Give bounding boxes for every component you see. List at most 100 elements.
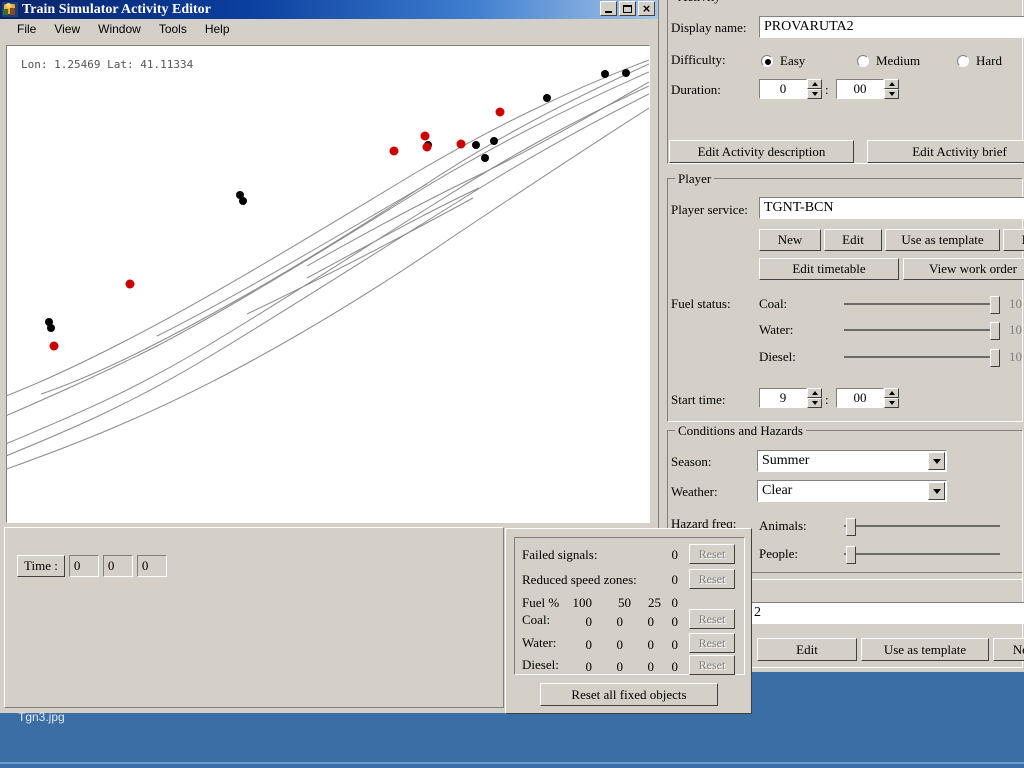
reduced-speed-zones-reset-button[interactable]: Reset (689, 569, 735, 589)
stepper-up-icon[interactable] (884, 388, 899, 398)
player-group-title: Player (675, 171, 714, 187)
fuel-water-slider[interactable] (844, 320, 1000, 340)
duration-hours-value[interactable]: 0 (759, 79, 807, 99)
season-select[interactable]: Summer (757, 450, 947, 472)
slider-thumb[interactable] (846, 546, 856, 564)
stepper-down-icon[interactable] (807, 89, 822, 99)
hazard-animals-slider[interactable] (844, 516, 1000, 536)
track-map-view[interactable]: Lon: 1.25469 Lat: 41.11334 (6, 45, 650, 523)
time-button[interactable]: Time : (17, 555, 65, 577)
menu-item-help[interactable]: Help (196, 20, 239, 38)
fuel-percent-col-50: 50 (607, 595, 631, 611)
difficulty-radio-easy[interactable]: Easy (761, 53, 805, 69)
duration-minutes-spinner[interactable]: 00 (836, 79, 899, 99)
radio-icon-easy (761, 55, 773, 67)
radio-icon-hard (957, 55, 969, 67)
chevron-down-icon[interactable] (928, 482, 945, 500)
traffic-edit-button[interactable]: Edit (757, 638, 857, 661)
title-bar[interactable]: Train Simulator Activity Editor × (0, 0, 658, 19)
fuel-percent-header-label: Fuel % (522, 595, 559, 611)
difficulty-radio-hard[interactable]: Hard (957, 53, 1002, 69)
stepper-up-icon[interactable] (807, 388, 822, 398)
menu-item-tools[interactable]: Tools (150, 20, 196, 38)
fixed-water-count: 0 (658, 637, 678, 653)
slider-thumb[interactable] (990, 322, 1000, 340)
edit-timetable-button[interactable]: Edit timetable (759, 258, 899, 280)
difficulty-radio-medium[interactable]: Medium (857, 53, 920, 69)
duration-minutes-value[interactable]: 00 (836, 79, 884, 99)
slider-thumb[interactable] (990, 349, 1000, 367)
failed-signals-reset-button[interactable]: Reset (689, 544, 735, 564)
fixed-water-col-100: 0 (568, 637, 592, 653)
menu-item-file[interactable]: File (8, 20, 45, 38)
start-time-minutes-value[interactable]: 00 (836, 388, 884, 408)
fixed-diesel-col-50: 0 (599, 659, 623, 675)
fuel-diesel-slider[interactable] (844, 347, 1000, 367)
fixed-coal-reset-button[interactable]: Reset (689, 609, 735, 629)
maximize-button[interactable] (619, 1, 636, 16)
chevron-down-icon[interactable] (928, 452, 945, 470)
player-service-label: Player service: (671, 202, 748, 218)
slider-track (844, 553, 1000, 555)
fixed-diesel-reset-button[interactable]: Reset (689, 655, 735, 675)
duration-hours-steppers[interactable] (807, 79, 822, 99)
duration-minutes-steppers[interactable] (884, 79, 899, 99)
stepper-down-icon[interactable] (807, 398, 822, 408)
slider-track (844, 303, 1000, 305)
fixed-diesel-count: 0 (658, 659, 678, 675)
display-name-input[interactable]: PROVARUTA2 (759, 16, 1024, 38)
view-work-order-button[interactable]: View work order (903, 258, 1024, 280)
reduced-speed-zones-label: Reduced speed zones: (522, 572, 637, 588)
desktop-file-label: Tgn3.jpg (18, 710, 65, 724)
fixed-objects-dialog: Failed signals: 0 Reset Reduced speed zo… (505, 528, 752, 714)
fixed-coal-count: 0 (658, 614, 678, 630)
duration-hours-spinner[interactable]: 0 (759, 79, 822, 99)
player-new-button[interactable]: New (759, 229, 821, 251)
start-time-hours-value[interactable]: 9 (759, 388, 807, 408)
minimize-icon (605, 11, 612, 13)
start-time-minutes-spinner[interactable]: 00 (836, 388, 899, 408)
stepper-up-icon[interactable] (807, 79, 822, 89)
fixed-water-col-50: 0 (599, 637, 623, 653)
activity-group-title: Activity (675, 0, 724, 5)
hazard-people-slider[interactable] (844, 544, 1000, 564)
time-control-panel: Time : 0 0 0 Time acceleration 1x Play 0… (4, 527, 504, 708)
slider-track (844, 356, 1000, 358)
traffic-service-input[interactable]: 2 (749, 602, 1024, 624)
start-hours-steppers[interactable] (807, 388, 822, 408)
fixed-coal-col-100: 0 (568, 614, 592, 630)
player-delete-button[interactable]: Dele (1003, 229, 1024, 251)
stepper-down-icon[interactable] (884, 398, 899, 408)
traffic-new-button[interactable]: New (993, 638, 1024, 661)
stepper-up-icon[interactable] (884, 79, 899, 89)
edit-activity-brief-button[interactable]: Edit Activity brief (867, 140, 1024, 163)
player-edit-button[interactable]: Edit (824, 229, 882, 251)
fuel-water-label: Water: (759, 322, 793, 338)
player-service-input[interactable]: TGNT-BCN (759, 197, 1024, 219)
fixed-water-reset-button[interactable]: Reset (689, 633, 735, 653)
time-field-seconds[interactable]: 0 (137, 555, 167, 577)
start-time-hours-spinner[interactable]: 9 (759, 388, 822, 408)
fuel-status-label: Fuel status: (671, 296, 731, 312)
minimize-button[interactable] (600, 1, 617, 16)
slider-thumb[interactable] (846, 518, 856, 536)
stepper-down-icon[interactable] (884, 89, 899, 99)
fuel-coal-slider[interactable] (844, 294, 1000, 314)
close-button[interactable]: × (638, 1, 655, 16)
start-minutes-steppers[interactable] (884, 388, 899, 408)
weather-select[interactable]: Clear (757, 480, 947, 502)
traffic-use-as-template-button[interactable]: Use as template (861, 638, 989, 661)
desktop-bottom-edge (0, 762, 1024, 764)
season-value: Summer (758, 453, 928, 469)
player-use-as-template-button[interactable]: Use as template (885, 229, 1000, 251)
track-diagram (7, 46, 649, 522)
slider-thumb[interactable] (990, 296, 1000, 314)
time-field-hours[interactable]: 0 (69, 555, 99, 577)
menu-item-window[interactable]: Window (89, 20, 150, 38)
fuel-coal-label: Coal: (759, 296, 787, 312)
reset-all-fixed-objects-button[interactable]: Reset all fixed objects (540, 683, 718, 706)
failed-signals-label: Failed signals: (522, 547, 597, 563)
menu-item-view[interactable]: View (45, 20, 89, 38)
time-field-minutes[interactable]: 0 (103, 555, 133, 577)
edit-activity-description-button[interactable]: Edit Activity description (669, 140, 854, 163)
